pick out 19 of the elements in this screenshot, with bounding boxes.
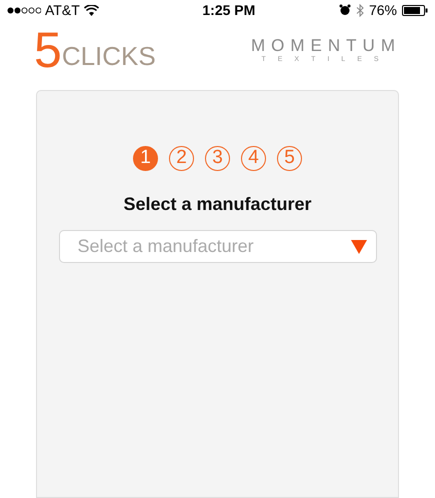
dropdown-arrow-icon [350,240,366,254]
step-indicator: 2 [169,146,194,171]
step-indicator: 3 [205,146,230,171]
bluetooth-icon [356,4,364,16]
signal-icon [7,6,41,14]
battery-icon [402,4,428,16]
logo-word: CLICKS [62,41,156,71]
alarm-clock-icon [338,4,351,16]
manufacturer-dropdown[interactable]: Select a manufacturer [58,230,376,263]
carrier-name: AT&T [45,0,80,20]
logo-number: 5 [34,25,62,75]
battery-percent: 76% [368,0,397,20]
step-indicator: 1 [133,146,158,171]
status-time: 1:25 PM [202,0,256,20]
wifi-icon [84,4,99,16]
form-heading: Select a manufacturer [123,193,312,216]
step-indicator: 4 [241,146,266,171]
step-indicator: 5 [277,146,302,171]
partner-name: MOMENTUM [251,36,401,54]
